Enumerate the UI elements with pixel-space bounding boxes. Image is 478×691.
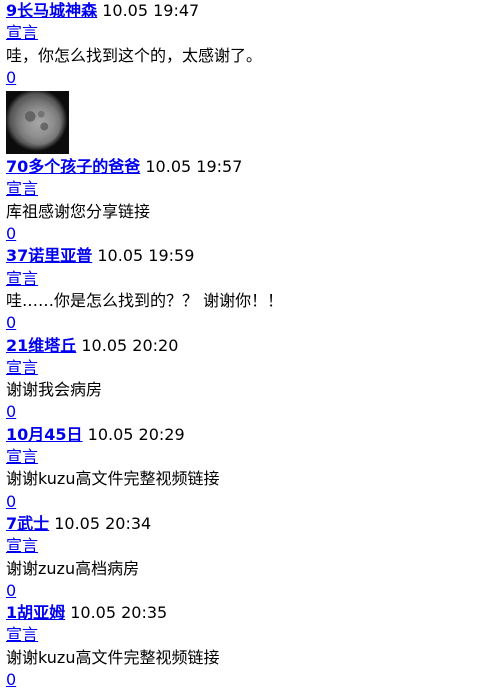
timestamp: 10.05 19:59 xyxy=(97,246,195,266)
comment-header: 37诺里亚普 10.05 19:59 xyxy=(6,245,478,267)
comment-item: 1胡亚姆 10.05 20:35 宣言 谢谢kuzu高文件完整视频链接 0 xyxy=(6,602,478,691)
timestamp: 10.05 20:35 xyxy=(70,603,168,623)
username-link[interactable]: 21维塔丘 xyxy=(6,336,76,355)
declare-link[interactable]: 宣言 xyxy=(6,536,38,555)
comment-item: 70多个孩子的爸爸 10.05 19:57 宣言 库祖感谢您分享链接 0 xyxy=(6,156,478,245)
comment-list: 9长马城神森 10.05 19:47 宣言 哇，你怎么找到这个的，太感谢了。 0… xyxy=(0,0,478,691)
like-count-link[interactable]: 0 xyxy=(6,492,16,511)
declare-link[interactable]: 宣言 xyxy=(6,447,38,466)
timestamp: 10.05 20:29 xyxy=(87,424,185,444)
declare-link[interactable]: 宣言 xyxy=(6,269,38,288)
declare-link[interactable]: 宣言 xyxy=(6,625,38,644)
like-count-link[interactable]: 0 xyxy=(6,68,16,87)
like-count-link[interactable]: 0 xyxy=(6,402,16,421)
declare-link[interactable]: 宣言 xyxy=(6,358,38,377)
comment-text: 哇，你怎么找到这个的，太感谢了。 xyxy=(6,45,263,65)
comment-text: 谢谢kuzu高文件完整视频链接 xyxy=(6,647,220,667)
comment-item: 7武士 10.05 20:34 宣言 谢谢zuzu高档病房 0 xyxy=(6,513,478,602)
username-link[interactable]: 1胡亚姆 xyxy=(6,603,65,622)
comment-text: 谢谢zuzu高档病房 xyxy=(6,558,140,578)
declare-link[interactable]: 宣言 xyxy=(6,23,38,42)
timestamp: 10.05 19:47 xyxy=(102,1,200,20)
comment-text: 哇……你是怎么找到的？？ 谢谢你！！ xyxy=(6,290,284,310)
comment-text: 谢谢kuzu高文件完整视频链接 xyxy=(6,469,220,489)
like-count-link[interactable]: 0 xyxy=(6,224,16,243)
comment-header: 10月45日 10.05 20:29 xyxy=(6,424,478,446)
like-count-link[interactable]: 0 xyxy=(6,313,16,332)
username-link[interactable]: 10月45日 xyxy=(6,425,83,444)
comment-text: 库祖感谢您分享链接 xyxy=(6,201,151,221)
username-link[interactable]: 7武士 xyxy=(6,514,49,533)
comment-text: 谢谢我会病房 xyxy=(6,380,103,400)
comment-header: 21维塔丘 10.05 20:20 xyxy=(6,335,478,357)
moon-image xyxy=(6,91,69,155)
username-link[interactable]: 37诺里亚普 xyxy=(6,246,92,265)
comment-header: 9长马城神森 10.05 19:47 xyxy=(6,0,478,22)
username-link[interactable]: 70多个孩子的爸爸 xyxy=(6,157,140,176)
comment-item: 21维塔丘 10.05 20:20 宣言 谢谢我会病房 0 xyxy=(6,335,478,424)
timestamp: 10.05 20:34 xyxy=(54,513,152,533)
comment-header: 1胡亚姆 10.05 20:35 xyxy=(6,602,478,624)
declare-link[interactable]: 宣言 xyxy=(6,179,38,198)
timestamp: 10.05 19:57 xyxy=(145,157,243,177)
comment-item: 9长马城神森 10.05 19:47 宣言 哇，你怎么找到这个的，太感谢了。 0 xyxy=(6,0,478,155)
like-count-link[interactable]: 0 xyxy=(6,581,16,600)
username-link[interactable]: 9长马城神森 xyxy=(6,1,97,20)
comment-header: 7武士 10.05 20:34 xyxy=(6,513,478,535)
comment-item: 37诺里亚普 10.05 19:59 宣言 哇……你是怎么找到的？？ 谢谢你！！… xyxy=(6,245,478,334)
comment-header: 70多个孩子的爸爸 10.05 19:57 xyxy=(6,156,478,178)
comment-item: 10月45日 10.05 20:29 宣言 谢谢kuzu高文件完整视频链接 0 xyxy=(6,424,478,513)
timestamp: 10.05 20:20 xyxy=(81,335,179,355)
